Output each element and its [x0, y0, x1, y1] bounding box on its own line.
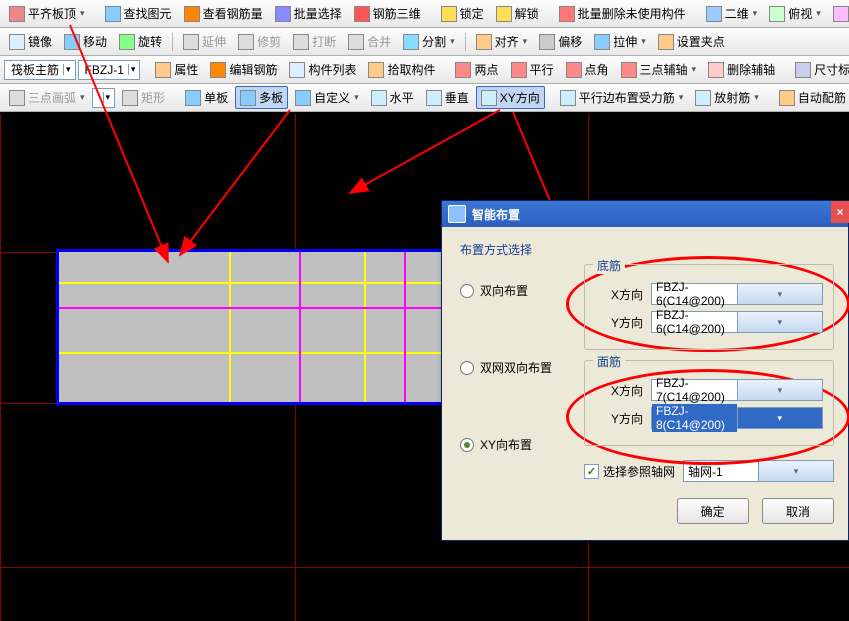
- bottom-x-select[interactable]: FBZJ-6(C14@200)▾: [651, 283, 823, 305]
- radio-bidirectional[interactable]: 双向布置: [460, 282, 570, 299]
- batch-delete-button[interactable]: 批量删除未使用构件: [554, 2, 691, 25]
- rebar-3d-button[interactable]: 钢筋三维: [349, 2, 426, 25]
- pick-button[interactable]: 拾取构件: [363, 58, 440, 81]
- view-rebar-button[interactable]: 查看钢筋量: [179, 2, 268, 25]
- grid-select[interactable]: 轴网-1▾: [683, 460, 834, 482]
- toolbar-row-3: 筏板主筋▾ FBZJ-1▾ 属性 编辑钢筋 构件列表 拾取构件 两点 平行 点角…: [0, 56, 849, 84]
- dialog-icon: [448, 205, 466, 223]
- top-y-select[interactable]: FBZJ-8(C14@200)▾: [651, 407, 823, 429]
- ok-button[interactable]: 确定: [677, 498, 749, 524]
- top-rebar-group: 面筋 X方向 FBZJ-7(C14@200)▾ Y方向 FBZJ-8(C14@2…: [584, 360, 834, 446]
- single-slab-button[interactable]: 单板: [180, 86, 233, 109]
- vertical-button[interactable]: 垂直: [421, 86, 474, 109]
- lock-button[interactable]: 锁定: [436, 2, 489, 25]
- mirror-button[interactable]: 镜像: [4, 30, 57, 53]
- member-combo[interactable]: FBZJ-1▾: [78, 60, 141, 80]
- cancel-button[interactable]: 取消: [762, 498, 834, 524]
- bottom-y-select[interactable]: FBZJ-6(C14@200)▾: [651, 311, 823, 333]
- property-button[interactable]: 属性: [150, 58, 203, 81]
- category-combo[interactable]: 筏板主筋▾: [4, 60, 76, 80]
- dimension-button[interactable]: 尺寸标注: [790, 58, 849, 81]
- edit-rebar-button[interactable]: 编辑钢筋: [205, 58, 282, 81]
- move-button[interactable]: 移动: [59, 30, 112, 53]
- grip-button[interactable]: 设置夹点: [653, 30, 730, 53]
- radio-xy[interactable]: XY向布置: [460, 436, 570, 453]
- rect-button[interactable]: 矩形: [117, 86, 170, 109]
- unlock-button[interactable]: 解锁: [491, 2, 544, 25]
- three-point-axis-button[interactable]: 三点辅轴▾: [616, 58, 702, 81]
- pingqi-button[interactable]: 平齐板顶▾: [4, 2, 90, 25]
- two-point-button[interactable]: 两点: [450, 58, 503, 81]
- layout-mode-label: 布置方式选择: [460, 241, 834, 258]
- align-button[interactable]: 对齐▾: [471, 30, 533, 53]
- top-x-select[interactable]: FBZJ-7(C14@200)▾: [651, 379, 823, 401]
- bottom-rebar-group: 底筋 X方向 FBZJ-6(C14@200)▾ Y方向 FBZJ-6(C14@2…: [584, 264, 834, 350]
- trim-button[interactable]: 修剪: [233, 30, 286, 53]
- toolbar-row-2: 镜像 移动 旋转 延伸 修剪 打断 合并 分割▾ 对齐▾ 偏移 拉伸▾ 设置夹点: [0, 28, 849, 56]
- stretch-button[interactable]: 拉伸▾: [589, 30, 651, 53]
- smart-layout-dialog: 智能布置 × 布置方式选择 双向布置 双网双向布置 XY向布置 底筋 X方向 F…: [441, 200, 849, 541]
- unlock-icon: [496, 6, 512, 22]
- member-list-button[interactable]: 构件列表: [284, 58, 361, 81]
- radial-button[interactable]: 放射筋▾: [690, 86, 764, 109]
- selected-slab[interactable]: [56, 249, 444, 405]
- horizontal-button[interactable]: 水平: [366, 86, 419, 109]
- parallel-button[interactable]: 平行: [506, 58, 559, 81]
- dialog-titlebar[interactable]: 智能布置 ×: [442, 201, 848, 227]
- rotate-button[interactable]: 旋转: [114, 30, 167, 53]
- topview-button[interactable]: 俯视▾: [764, 2, 826, 25]
- toolbar-row-4: 三点画弧▾ ▾ 矩形 单板 多板 自定义▾ 水平 垂直 XY方向 平行边布置受力…: [0, 84, 849, 112]
- auto-rebar-button[interactable]: 自动配筋: [774, 86, 849, 109]
- rotate-icon: [119, 34, 135, 50]
- blank-combo[interactable]: ▾: [92, 88, 116, 108]
- dialog-title: 智能布置: [472, 206, 520, 223]
- delete-axis-button[interactable]: 删除辅轴: [703, 58, 780, 81]
- merge-button[interactable]: 合并: [343, 30, 396, 53]
- point-angle-button[interactable]: 点角: [561, 58, 614, 81]
- offset-button[interactable]: 偏移: [534, 30, 587, 53]
- close-button[interactable]: ×: [831, 201, 849, 223]
- lock-icon: [441, 6, 457, 22]
- custom-button[interactable]: 自定义▾: [290, 86, 364, 109]
- 2d-button[interactable]: 二维▾: [701, 2, 763, 25]
- parallel-edge-button[interactable]: 平行边布置受力筋▾: [555, 86, 689, 109]
- extend-button[interactable]: 延伸: [178, 30, 231, 53]
- break-button[interactable]: 打断: [288, 30, 341, 53]
- reference-grid-checkbox[interactable]: ✓选择参照轴网: [584, 463, 675, 480]
- split-button[interactable]: 分割▾: [398, 30, 460, 53]
- toolbar-row-1: 平齐板顶▾ 查找图元 查看钢筋量 批量选择 钢筋三维 锁定 解锁 批量删除未使用…: [0, 0, 849, 28]
- arc-button[interactable]: 三点画弧▾: [4, 86, 90, 109]
- multi-slab-button[interactable]: 多板: [235, 86, 288, 109]
- move-icon: [64, 34, 80, 50]
- radio-double-net[interactable]: 双网双向布置: [460, 359, 570, 376]
- xy-direction-button[interactable]: XY方向: [476, 86, 545, 109]
- find-button[interactable]: 查找图元: [100, 2, 177, 25]
- dynamic-button[interactable]: 动态观察: [828, 2, 849, 25]
- batch-select-button[interactable]: 批量选择: [270, 2, 347, 25]
